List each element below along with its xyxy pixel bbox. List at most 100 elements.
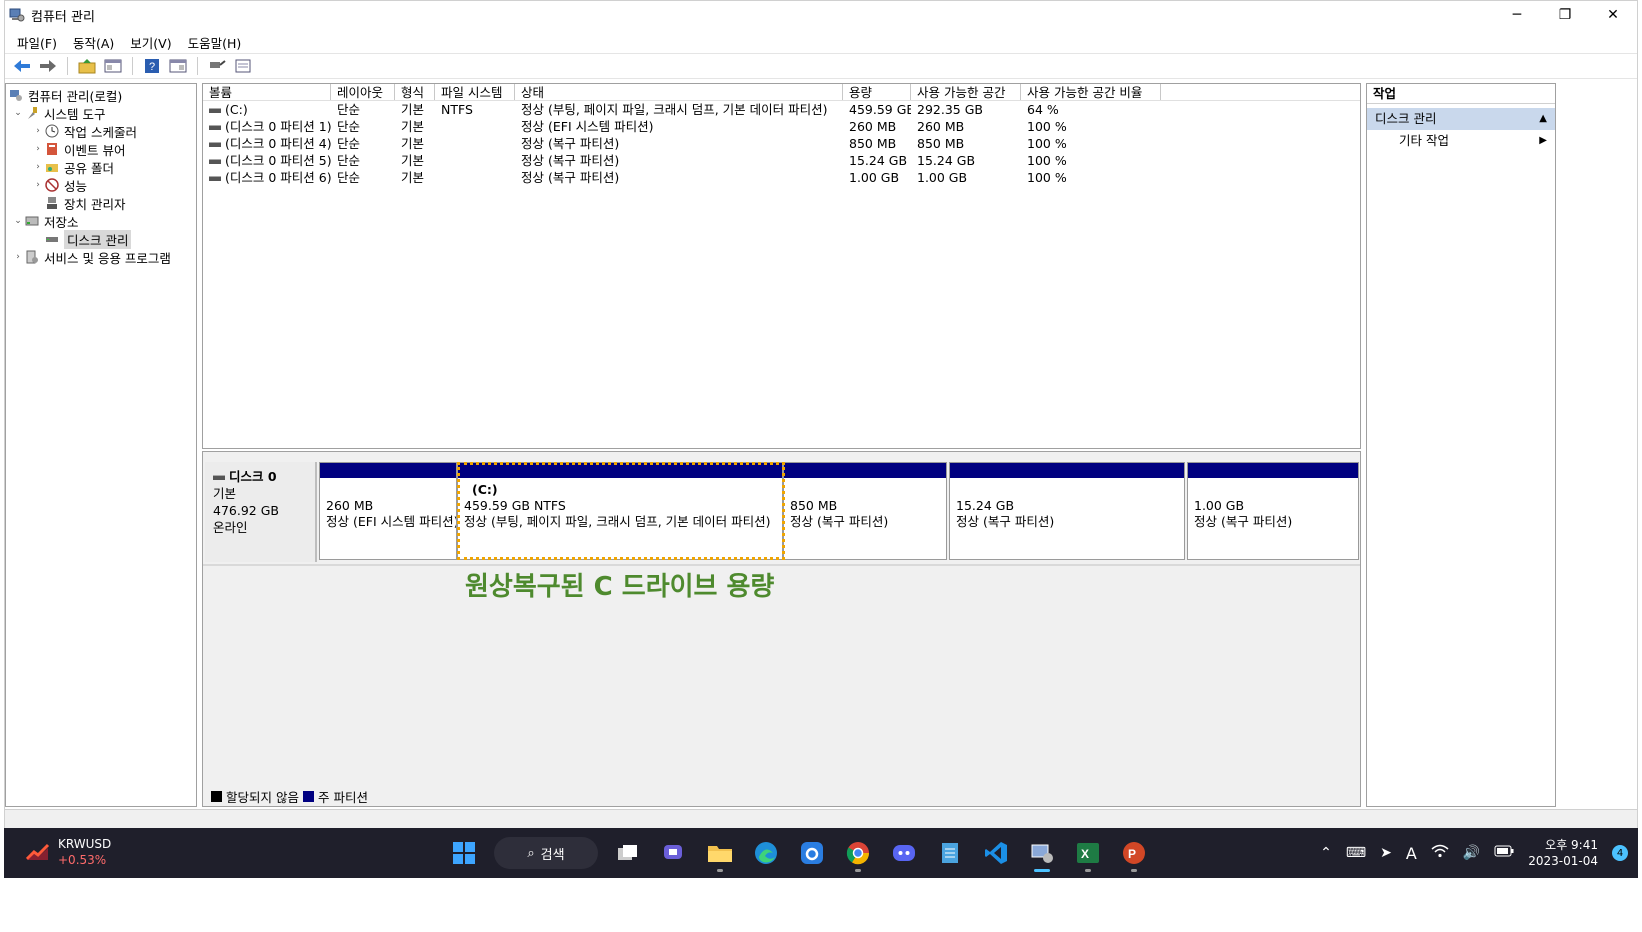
volume-name: (디스크 0 파티션 5) <box>225 153 331 168</box>
chevron-right-icon[interactable]: › <box>32 162 44 172</box>
tree-item-event-viewer[interactable]: › 이벤트 뷰어 <box>6 140 196 158</box>
disk-name: 디스크 0 <box>229 469 277 484</box>
table-row[interactable]: (디스크 0 파티션 6) 단순 기본 정상 (복구 파티션) 1.00 GB … <box>203 169 1360 186</box>
notification-badge[interactable]: 4 <box>1612 845 1628 861</box>
restore-button[interactable]: ❐ <box>1541 1 1589 29</box>
connect-icon[interactable] <box>206 56 228 76</box>
edge-icon[interactable] <box>746 833 786 873</box>
menu-view[interactable]: 보기(V) <box>122 33 179 52</box>
forward-arrow-icon[interactable] <box>37 56 59 76</box>
disk-type: 기본 <box>213 486 237 501</box>
column-header-file-system[interactable]: 파일 시스템 <box>435 84 515 100</box>
cell-status: 정상 (복구 파티션) <box>521 136 620 151</box>
disk-info[interactable]: 디스크 0 기본 476.92 GB 온라인 <box>205 462 317 562</box>
powerpoint-icon[interactable]: P <box>1114 833 1154 873</box>
task-view-icon[interactable] <box>608 833 648 873</box>
bing-app-icon[interactable] <box>792 833 832 873</box>
cell-percent-free: 100 % <box>1027 119 1067 134</box>
tree-item-device-manager[interactable]: 장치 관리자 <box>6 194 196 212</box>
chevron-down-icon[interactable]: ⌄ <box>12 108 24 118</box>
tree-item-storage[interactable]: ⌄ 저장소 <box>6 212 196 230</box>
partition-recovery-6[interactable]: 1.00 GB 정상 (복구 파티션) <box>1187 462 1359 560</box>
tree-item-performance[interactable]: › 성능 <box>6 176 196 194</box>
chrome-icon[interactable] <box>838 833 878 873</box>
divider <box>203 564 1360 566</box>
chevron-right-icon[interactable]: › <box>32 180 44 190</box>
chevron-up-icon[interactable]: ⌃ <box>1320 845 1332 861</box>
tree-item-task-scheduler[interactable]: › 작업 스케줄러 <box>6 122 196 140</box>
actions-section-disk-management[interactable]: 디스크 관리 ▲ <box>1367 108 1555 130</box>
column-header-status[interactable]: 상태 <box>515 84 843 100</box>
clock[interactable]: 오후 9:41 2023-01-04 <box>1528 837 1598 869</box>
partition-status: 정상 (EFI 시스템 파티션) <box>326 514 456 529</box>
collapse-up-icon[interactable]: ▲ <box>1539 108 1547 130</box>
teams-chat-icon[interactable] <box>654 833 694 873</box>
stock-widget[interactable]: KRWUSD +0.53% <box>26 836 111 868</box>
tree-item-root[interactable]: 컴퓨터 관리(로컬) <box>6 86 196 104</box>
services-icon <box>24 249 40 265</box>
table-row[interactable]: (디스크 0 파티션 4) 단순 기본 정상 (복구 파티션) 850 MB 8… <box>203 135 1360 152</box>
partition-recovery-5[interactable]: 15.24 GB 정상 (복구 파티션) <box>949 462 1185 560</box>
column-header-layout[interactable]: 레이아웃 <box>331 84 395 100</box>
computer-management-taskbar-icon[interactable] <box>1022 833 1062 873</box>
chevron-down-icon[interactable]: ⌄ <box>12 216 24 226</box>
excel-icon[interactable]: X <box>1068 833 1108 873</box>
tree-item-system-tools[interactable]: ⌄ 시스템 도구 <box>6 104 196 122</box>
tree-item-services-apps[interactable]: › 서비스 및 응용 프로그램 <box>6 248 196 266</box>
cell-free-space: 15.24 GB <box>917 153 976 168</box>
volume-list: 볼륨 레이아웃 형식 파일 시스템 상태 용량 사용 가능한 공간 사용 가능한… <box>202 83 1361 449</box>
computer-management-window: 컴퓨터 관리 ─ ❐ ✕ 파일(F) 동작(A) 보기(V) 도움말(H) ? … <box>4 0 1638 872</box>
cell-volume: (디스크 0 파티션 6) <box>203 169 331 186</box>
cell-percent-free: 100 % <box>1027 136 1067 151</box>
partition-recovery-4[interactable]: 850 MB 정상 (복구 파티션) <box>783 462 947 560</box>
column-header-free-space[interactable]: 사용 가능한 공간 <box>911 84 1021 100</box>
search-button[interactable]: ⌕ 검색 <box>494 837 598 869</box>
file-explorer-icon[interactable] <box>700 833 740 873</box>
table-row[interactable]: (디스크 0 파티션 5) 단순 기본 정상 (복구 파티션) 15.24 GB… <box>203 152 1360 169</box>
tree-item-shared-folders[interactable]: › 공유 폴더 <box>6 158 196 176</box>
shared-folder-icon <box>44 159 60 175</box>
legend-unallocated: 할당되지 않음 <box>226 789 299 805</box>
vscode-icon[interactable] <box>976 833 1016 873</box>
partition-efi[interactable]: 260 MB 정상 (EFI 시스템 파티션) <box>319 462 457 560</box>
close-button[interactable]: ✕ <box>1589 1 1637 29</box>
start-button[interactable] <box>444 833 484 873</box>
column-header-volume[interactable]: 볼륨 <box>203 84 331 100</box>
system-tray: ⌃ ⌨ ➤ A 🔊 오후 9:41 2023-01-04 4 <box>1320 828 1628 878</box>
input-method-icon[interactable]: A <box>1406 844 1417 863</box>
menu-action[interactable]: 동작(A) <box>65 33 122 52</box>
volume-name: (디스크 0 파티션 4) <box>225 136 331 151</box>
properties-icon[interactable] <box>232 56 254 76</box>
wifi-icon[interactable] <box>1431 844 1449 862</box>
partition-size: 260 MB <box>326 498 374 513</box>
menu-file[interactable]: 파일(F) <box>9 33 65 52</box>
cell-status: 정상 (복구 파티션) <box>521 170 620 185</box>
volume-icon[interactable]: 🔊 <box>1463 845 1480 861</box>
table-row[interactable]: (디스크 0 파티션 1) 단순 기본 정상 (EFI 시스템 파티션) 260… <box>203 118 1360 135</box>
actions-more[interactable]: 기타 작업 ▶ <box>1367 130 1555 152</box>
show-hide-action-pane-icon[interactable] <box>167 56 189 76</box>
partition-c[interactable]: (C:) 459.59 GB NTFS 정상 (부팅, 페이지 파일, 크래시 … <box>457 462 783 560</box>
battery-icon[interactable] <box>1494 845 1514 861</box>
table-row[interactable]: (C:) 단순 기본 NTFS 정상 (부팅, 페이지 파일, 크래시 덤프, … <box>203 101 1360 118</box>
up-folder-icon[interactable] <box>76 56 98 76</box>
cell-file-system <box>435 152 515 169</box>
keyboard-icon[interactable]: ⌨ <box>1346 845 1366 861</box>
tree-item-disk-management[interactable]: 디스크 관리 <box>6 229 196 249</box>
chevron-right-icon[interactable]: › <box>32 126 44 136</box>
chevron-right-icon[interactable]: › <box>12 252 24 262</box>
column-header-percent-free[interactable]: 사용 가능한 공간 비율 <box>1021 84 1161 100</box>
show-hide-tree-icon[interactable] <box>102 56 124 76</box>
column-header-type[interactable]: 형식 <box>395 84 435 100</box>
column-header-capacity[interactable]: 용량 <box>843 84 911 100</box>
cell-volume: (디스크 0 파티션 5) <box>203 152 331 169</box>
chevron-right-icon[interactable]: › <box>32 144 44 154</box>
menu-help[interactable]: 도움말(H) <box>180 33 250 52</box>
location-icon[interactable]: ➤ <box>1380 845 1392 861</box>
back-arrow-icon[interactable] <box>11 56 33 76</box>
discord-icon[interactable] <box>884 833 924 873</box>
help-icon[interactable]: ? <box>141 56 163 76</box>
cell-volume: (디스크 0 파티션 1) <box>203 118 331 135</box>
notepad-icon[interactable] <box>930 833 970 873</box>
minimize-button[interactable]: ─ <box>1493 1 1541 29</box>
